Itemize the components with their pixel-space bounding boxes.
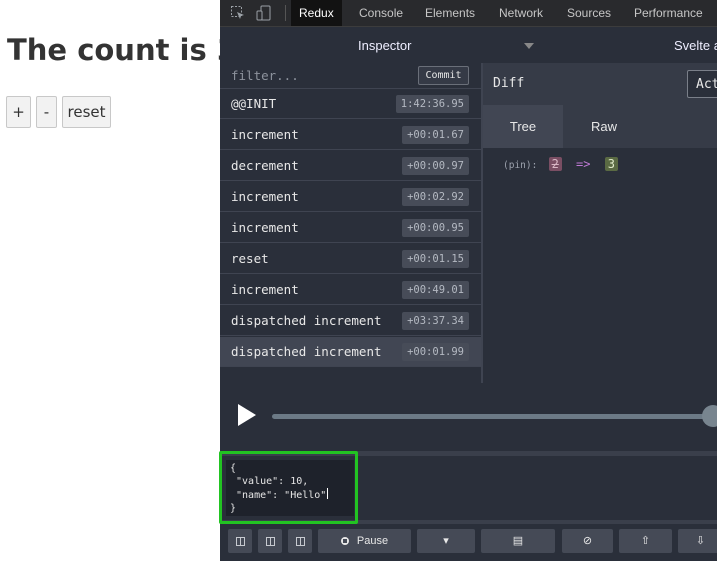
- action-row[interactable]: increment +00:00.95: [220, 213, 481, 243]
- count-heading: The count is 3: [7, 33, 238, 67]
- tab-console[interactable]: Console: [351, 0, 411, 26]
- counter-app: The count is 3 + - reset: [0, 0, 237, 561]
- action-row[interactable]: decrement +00:00.97: [220, 151, 481, 181]
- layout-left-button[interactable]: [228, 529, 252, 553]
- time-slider: [220, 383, 717, 456]
- diff-entry: (pin): 2 => 3: [503, 157, 618, 171]
- tab-performance[interactable]: Performance: [626, 0, 711, 26]
- tab-network[interactable]: Network: [491, 0, 551, 26]
- decrement-button[interactable]: -: [36, 96, 57, 128]
- commit-button[interactable]: Commit: [418, 66, 469, 85]
- devtools-tab-bar: Redux Console Elements Network Sources P…: [220, 0, 717, 27]
- pause-icon: [340, 537, 349, 545]
- action-row[interactable]: @@INIT 1:42:36.95: [220, 89, 481, 119]
- diff-key: (pin): [503, 160, 532, 171]
- action-row[interactable]: reset +00:01.15: [220, 244, 481, 274]
- increment-button[interactable]: +: [6, 96, 31, 128]
- action-row[interactable]: increment +00:01.67: [220, 120, 481, 150]
- persist-icon: ⊘: [582, 534, 593, 547]
- tab-sources[interactable]: Sources: [559, 0, 619, 26]
- action-name: dispatched increment: [231, 313, 382, 328]
- inspect-element-icon[interactable]: [230, 5, 246, 21]
- layout-bottom-button[interactable]: [258, 529, 282, 553]
- monitor-select[interactable]: Inspector: [358, 27, 411, 65]
- diff-old-value: 2: [548, 157, 562, 171]
- tab-redux[interactable]: Redux: [291, 0, 342, 26]
- lock-button[interactable]: ▾: [417, 529, 475, 553]
- highlight-box: [219, 451, 358, 524]
- slider-thumb[interactable]: [702, 405, 717, 427]
- diff-header: Diff Act: [483, 63, 717, 106]
- bottom-toolbar: Pause ▾ ▤ ⊘ ⇧ ⇩: [220, 524, 717, 561]
- diff-pane: Diff Act Tree Raw (pin): 2 => 3: [483, 63, 717, 383]
- dispatcher-toggle-button[interactable]: ▤: [481, 529, 555, 553]
- import-button[interactable]: ⇩: [678, 529, 717, 553]
- action-name: dispatched increment: [231, 344, 382, 359]
- action-row[interactable]: dispatched increment +00:01.99: [220, 337, 481, 367]
- pause-button[interactable]: Pause: [318, 529, 411, 553]
- export-icon: ⇧: [640, 534, 651, 547]
- action-name: increment: [231, 189, 299, 204]
- dispatcher-icon: ▤: [512, 534, 524, 547]
- filter-row: Commit: [220, 63, 481, 89]
- tab-tree[interactable]: Tree: [483, 105, 563, 148]
- import-icon: ⇩: [695, 534, 706, 547]
- action-time-badge: +00:49.01: [402, 281, 469, 299]
- action-time-badge: +00:01.99: [402, 343, 469, 361]
- action-name: increment: [231, 282, 299, 297]
- action-name: decrement: [231, 158, 299, 173]
- action-time-badge: +00:01.67: [402, 126, 469, 144]
- action-name: reset: [231, 251, 269, 266]
- filter-input[interactable]: [225, 66, 407, 85]
- action-row[interactable]: increment +00:49.01: [220, 275, 481, 305]
- layout-bottom-icon: [265, 536, 275, 546]
- store-select[interactable]: Svelte a: [674, 27, 717, 65]
- diff-arrow: =>: [576, 157, 591, 171]
- slider-track[interactable]: [272, 414, 717, 419]
- action-list: Commit @@INIT 1:42:36.95 increment +00:01.6…: [220, 63, 483, 383]
- action-name: @@INIT: [231, 96, 277, 111]
- diff-colon: :: [531, 160, 538, 171]
- device-toggle-icon[interactable]: [256, 5, 272, 21]
- layout-left-icon: [235, 536, 245, 546]
- action-tab-button[interactable]: Act: [687, 70, 717, 98]
- action-row[interactable]: increment +00:02.92: [220, 182, 481, 212]
- reset-button[interactable]: reset: [62, 96, 111, 128]
- action-time-badge: 1:42:36.95: [395, 95, 469, 113]
- tab-separator: [285, 5, 286, 21]
- action-time-badge: +00:00.95: [402, 219, 469, 237]
- redux-header: Inspector Svelte a: [220, 27, 717, 63]
- persist-button[interactable]: ⊘: [562, 529, 613, 553]
- layout-right-button[interactable]: [288, 529, 312, 553]
- play-icon[interactable]: [238, 404, 256, 426]
- export-button[interactable]: ⇧: [619, 529, 672, 553]
- diff-new-value: 3: [604, 157, 618, 171]
- action-row[interactable]: dispatched increment +03:37.34: [220, 306, 481, 336]
- action-time-badge: +00:00.97: [402, 157, 469, 175]
- diff-title: Diff: [493, 76, 525, 91]
- layout-right-icon: [295, 536, 305, 546]
- action-time-badge: +03:37.34: [402, 312, 469, 330]
- tab-elements[interactable]: Elements: [417, 0, 483, 26]
- pause-label: Pause: [356, 535, 389, 547]
- pin-icon: ▾: [443, 534, 449, 547]
- tab-raw[interactable]: Raw: [563, 105, 645, 148]
- action-name: increment: [231, 127, 299, 142]
- action-time-badge: +00:02.92: [402, 188, 469, 206]
- chevron-down-icon[interactable]: [524, 43, 534, 49]
- action-time-badge: +00:01.15: [402, 250, 469, 268]
- action-name: increment: [231, 220, 299, 235]
